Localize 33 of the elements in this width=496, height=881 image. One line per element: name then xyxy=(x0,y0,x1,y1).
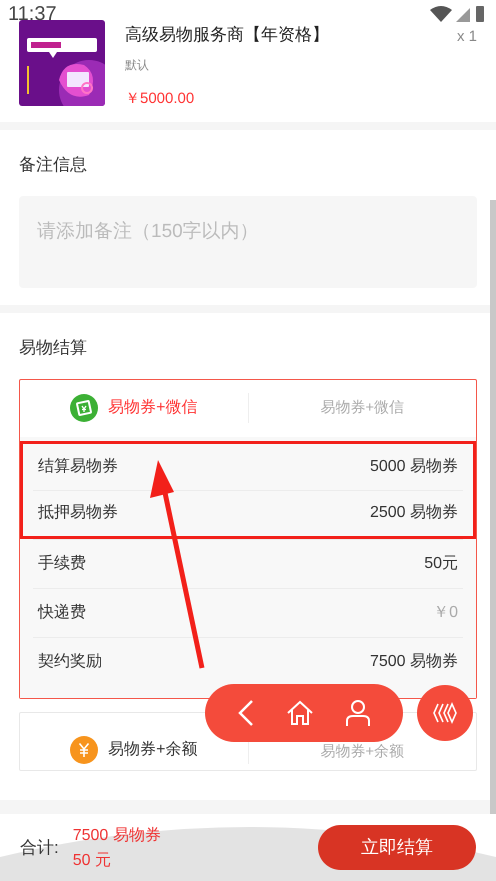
menu-icon xyxy=(432,702,458,724)
fee-label: 契约奖励 xyxy=(38,652,102,672)
section-title: 备注信息 xyxy=(19,154,88,176)
home-icon[interactable] xyxy=(286,700,314,726)
payment-option-label: 易物券+余额 xyxy=(108,740,198,760)
fee-label: 抵押易物券 xyxy=(38,502,118,523)
section-title: 易物结算 xyxy=(19,337,88,359)
user-icon[interactable] xyxy=(345,699,372,727)
fee-label: 快递费 xyxy=(38,602,86,622)
payment-option-label: 易物券+微信 xyxy=(108,398,198,418)
product-quantity: x 1 xyxy=(456,27,477,47)
product-title: 高级易物服务商【年资格】 xyxy=(125,24,330,46)
back-icon[interactable] xyxy=(236,699,255,727)
fee-label: 结算易物券 xyxy=(38,456,118,476)
fee-value: ￥0 xyxy=(433,602,458,622)
checkout-button[interactable]: 立即结算 xyxy=(318,825,476,870)
yen-icon xyxy=(70,736,98,764)
total-amount: 50 元 xyxy=(72,850,112,870)
fee-value: 50元 xyxy=(424,554,458,574)
payment-option-label: 易物券+余额 xyxy=(319,742,406,762)
product-spec: 默认 xyxy=(125,56,150,74)
status-time: 11:37 xyxy=(8,2,57,27)
payment-option-card[interactable]: 易物券+微信 易物券+微信 结算易物券 5000 易物券 抵押易物券 2500 易物券 手续费 50元 快递费 ￥0 契约奖励 7500 易物券 xyxy=(19,378,477,698)
fee-value: 7500 易物券 xyxy=(370,652,458,672)
fee-value: 5000 易物券 xyxy=(370,456,458,476)
fee-value: 2500 易物券 xyxy=(370,502,458,523)
total-label: 合计: xyxy=(20,836,59,859)
total-amount: 7500 易物券 xyxy=(72,826,161,846)
fee-label: 手续费 xyxy=(38,554,86,574)
product-price: ￥5000.00 xyxy=(125,88,196,108)
remark-field[interactable]: 请添加备注（150字以内） xyxy=(19,196,477,288)
payment-option-label: 易物券+微信 xyxy=(319,398,406,418)
ticket-icon xyxy=(70,394,98,422)
